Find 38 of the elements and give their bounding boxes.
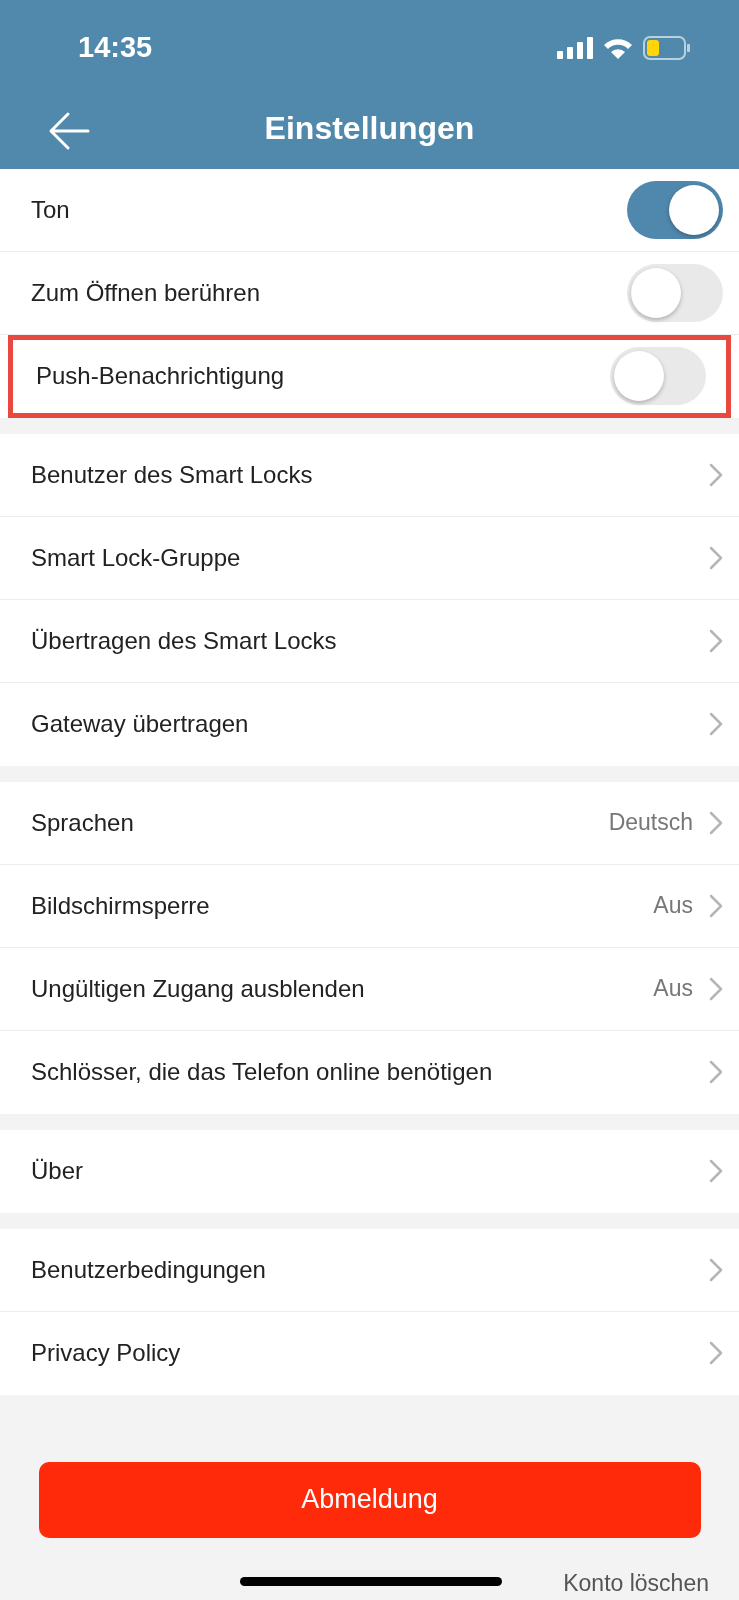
setting-label: Benutzer des Smart Locks: [31, 459, 313, 490]
setting-label: Über: [31, 1156, 84, 1186]
signal-icon: [557, 36, 593, 59]
page-title: Einstellungen: [264, 108, 475, 148]
chevron-right-icon: [709, 1341, 723, 1365]
setting-value: Aus: [653, 891, 693, 921]
setting-label: Gateway übertragen: [31, 709, 249, 739]
setting-label: Schlösser, die das Telefon online benötigen: [31, 1057, 493, 1087]
setting-label: Sprachen: [31, 807, 134, 838]
chevron-right-icon: [709, 893, 723, 918]
logout-button[interactable]: Abmeldung: [38, 1461, 701, 1538]
battery-icon: [643, 35, 691, 60]
back-arrow-icon: [48, 111, 90, 151]
setting-label: Ton: [31, 194, 70, 225]
chevron-right-icon: [709, 1159, 723, 1183]
chevron-right-icon: [709, 462, 723, 487]
wifi-icon: [603, 36, 633, 59]
setting-value: Deutsch: [608, 808, 693, 838]
setting-label: Bildschirmsperre: [31, 890, 210, 921]
chevron-right-icon: [709, 1060, 723, 1084]
chevron-right-icon: [709, 976, 723, 1001]
status-time: 14:35: [78, 29, 153, 65]
setting-label: Übertragen des Smart Locks: [31, 625, 337, 656]
setting-label: Zum Öffnen berühren: [31, 277, 261, 308]
setting-label: Ungültigen Zugang ausblenden: [31, 973, 365, 1004]
chevron-right-icon: [709, 712, 723, 736]
toggle-switch[interactable]: [627, 180, 723, 239]
setting-label: Push-Benachrichtigung: [36, 361, 285, 391]
setting-label: Smart Lock-Gruppe: [31, 542, 241, 573]
setting-label: Benutzerbedingungen: [31, 1254, 266, 1285]
setting-value: Aus: [653, 974, 693, 1004]
toggle-switch[interactable]: [610, 347, 706, 405]
chevron-right-icon: [709, 628, 723, 653]
delete-account-link[interactable]: Konto löschen: [563, 1565, 709, 1600]
chevron-right-icon: [709, 810, 723, 835]
chevron-right-icon: [709, 1257, 723, 1282]
chevron-right-icon: [709, 545, 723, 570]
setting-label: Privacy Policy: [31, 1338, 181, 1368]
